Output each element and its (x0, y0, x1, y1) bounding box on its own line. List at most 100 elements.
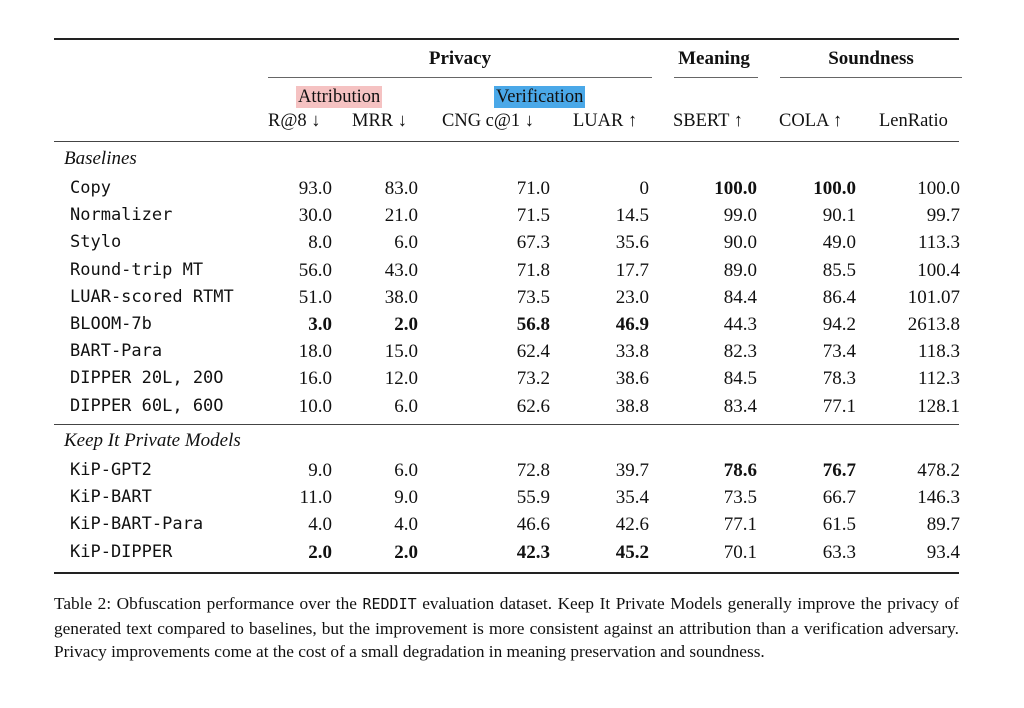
table-cell: 62.4 (516, 341, 550, 363)
table-cell: 478.2 (917, 460, 960, 481)
table-cell: 93.4 (926, 541, 960, 563)
table-cell: 71.8 (516, 259, 550, 281)
group-header-meaning: Meaning (678, 48, 750, 69)
table-cell: 30.0 (298, 205, 332, 227)
table-cell: 9.0 (394, 487, 418, 509)
table-cell: 51.0 (298, 286, 332, 308)
table-row: Copy 93.0 83.0 71.0 0 100.0 100.0 100.0 (54, 175, 960, 202)
table-cell: 49.0 (822, 232, 856, 254)
table-cell: 89.7 (926, 514, 960, 536)
table-cell: 93.0 (298, 178, 332, 199)
table-cell: 66.7 (822, 487, 856, 509)
table-cell: 35.4 (615, 487, 649, 509)
column-header: CNG c@1 ↓ (442, 111, 535, 131)
soundness-cmidrule (780, 77, 962, 78)
caption-dataset: REDDIT (362, 595, 417, 613)
table-cell: 99.7 (926, 205, 960, 227)
table-cell: 63.3 (822, 541, 856, 563)
table-cell: 89.0 (723, 259, 757, 281)
table-cell: 14.5 (615, 205, 649, 227)
table-cell: 82.3 (723, 341, 757, 363)
table-cell: 99.0 (723, 205, 757, 227)
table-cell: 73.5 (516, 286, 550, 308)
table-cell: 8.0 (308, 232, 332, 254)
row-model-name: DIPPER 60L, 60O (70, 395, 224, 416)
table-cell: 21.0 (384, 205, 418, 227)
table-cell: 15.0 (384, 341, 418, 363)
table-cell: 56.8 (516, 314, 550, 335)
column-header: COLA ↑ (779, 111, 843, 131)
table-cell: 113.3 (917, 232, 960, 254)
table-cell: 84.4 (723, 286, 757, 308)
table-cell: 90.0 (723, 232, 757, 254)
table-cell: 33.8 (615, 341, 649, 363)
table-cell: 72.8 (516, 460, 550, 481)
table-cell: 42.3 (516, 541, 550, 563)
row-model-name: KiP-DIPPER (70, 541, 173, 562)
table-cell: 61.5 (822, 514, 856, 536)
table-cell: 55.9 (516, 487, 550, 509)
table-cell: 101.07 (907, 286, 960, 308)
table-cell: 100.0 (917, 178, 960, 199)
table-cell: 4.0 (394, 514, 418, 536)
subheader-verification: Verification (494, 86, 586, 108)
table-cell: 85.5 (822, 259, 856, 281)
table-row: DIPPER 60L, 60O 10.0 6.0 62.6 38.8 83.4 77.1 12… (54, 393, 960, 420)
table-cell: 70.1 (723, 541, 757, 563)
table-cell: 17.7 (615, 259, 649, 281)
column-header: LUAR ↑ (573, 111, 638, 131)
table-cell: 46.6 (516, 514, 550, 536)
table-cell: 100.4 (917, 259, 960, 281)
row-model-name: Normalizer (70, 205, 173, 226)
table-cell: 2613.8 (907, 314, 960, 335)
table-cell: 73.2 (516, 368, 550, 390)
meaning-cmidrule (674, 77, 758, 78)
table-cell: 3.0 (308, 314, 332, 335)
table-cell: 86.4 (822, 286, 856, 308)
bottom-rule (54, 572, 959, 574)
table-row: KiP-BART-Para 4.0 4.0 46.6 42.6 77.1 61.5 89.7 (54, 511, 960, 538)
top-rule (54, 38, 959, 40)
table-cell: 77.1 (723, 514, 757, 536)
table-cell: 38.6 (615, 368, 649, 390)
row-model-name: BART-Para (70, 341, 163, 362)
table-cell: 73.4 (822, 341, 856, 363)
table-cell: 71.5 (516, 205, 550, 227)
column-header: LenRatio (879, 111, 948, 131)
table-row: BLOOM-7b 3.0 2.0 56.8 46.9 44.3 94.2 2613.8 (54, 311, 960, 338)
table-cell: 45.2 (615, 541, 649, 563)
row-model-name: KiP-BART (70, 487, 152, 508)
table-row: Stylo 8.0 6.0 67.3 35.6 90.0 49.0 113.3 (54, 229, 960, 256)
table-cell: 2.0 (308, 541, 332, 563)
table-cell: 39.7 (615, 460, 649, 481)
table-row: BART-Para 18.0 15.0 62.4 33.8 82.3 73.4 118.3 (54, 338, 960, 365)
table-cell: 77.1 (822, 395, 856, 417)
table-cell: 9.0 (308, 460, 332, 481)
table-cell: 83.0 (384, 178, 418, 199)
table-cell: 94.2 (822, 314, 856, 335)
table-cell: 71.0 (516, 178, 550, 199)
table-cell: 2.0 (394, 541, 418, 563)
table-cell: 83.4 (723, 395, 757, 417)
column-header: R@8 ↓ (268, 111, 321, 131)
table-cell: 44.3 (723, 314, 757, 335)
table-cell: 11.0 (299, 487, 332, 509)
table-cell: 112.3 (917, 368, 960, 390)
row-model-name: KiP-GPT2 (70, 460, 152, 480)
table-cell: 6.0 (394, 232, 418, 254)
table-cell: 100.0 (813, 178, 856, 199)
table-row: KiP-BART 11.0 9.0 55.9 35.4 73.5 66.7 146.3 (54, 484, 960, 511)
table-cell: 4.0 (308, 514, 332, 536)
table-cell: 78.3 (822, 368, 856, 390)
section-title: Baselines (64, 148, 137, 169)
table-cell: 100.0 (714, 178, 757, 199)
table-cell: 62.6 (516, 395, 550, 417)
table-cell: 73.5 (723, 487, 757, 509)
table-cell: 46.9 (615, 314, 649, 335)
table-cell: 38.8 (615, 395, 649, 417)
table-row: LUAR-scored RTMT 51.0 38.0 73.5 23.0 84.4 86.4… (54, 284, 960, 311)
table-row: KiP-DIPPER 2.0 2.0 42.3 45.2 70.1 63.3 93.4 (54, 539, 960, 566)
row-model-name: Copy (70, 178, 111, 198)
table-cell: 84.5 (723, 368, 757, 390)
table-cell: 118.3 (917, 341, 960, 363)
